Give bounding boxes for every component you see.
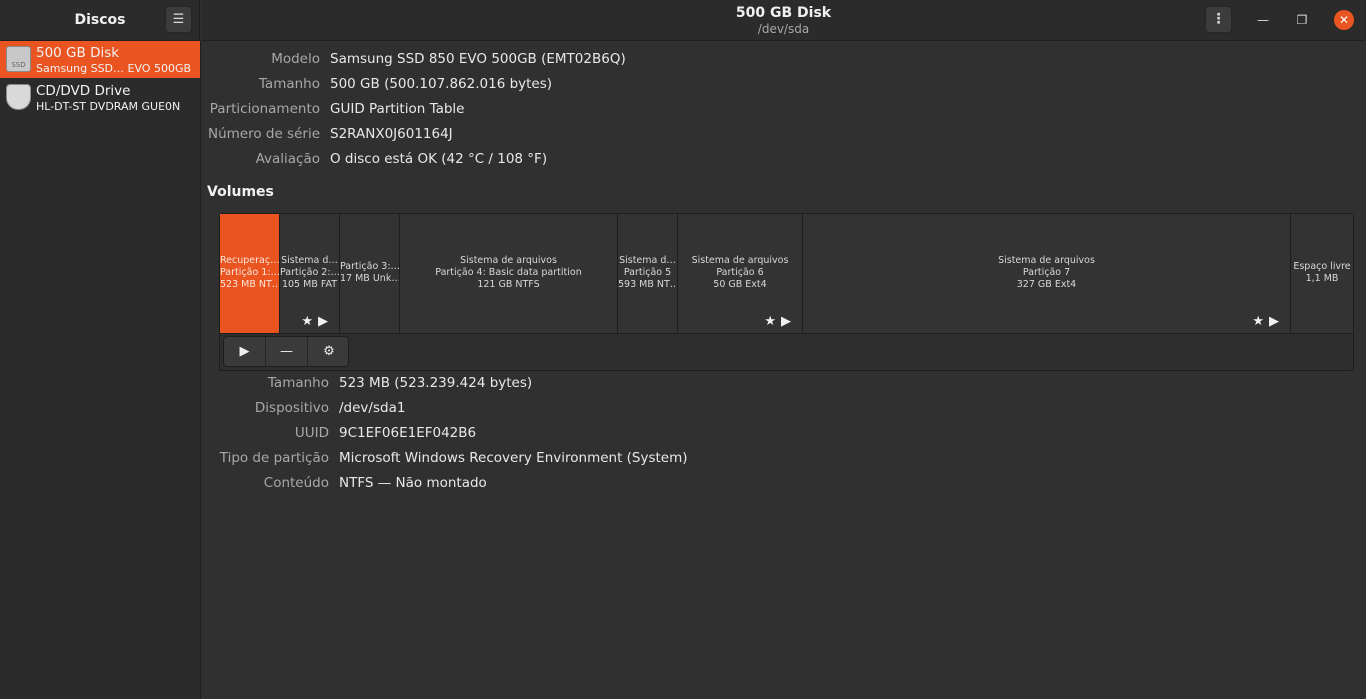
minus-icon[interactable]: — (266, 337, 308, 366)
segment-line: 1,1 MB (1305, 273, 1339, 284)
segment-line: 523 MB NT… (220, 279, 279, 290)
volume-map: Recuperaç… Partição 1:… 523 MB NT… Siste… (220, 214, 1353, 334)
disk-assessment-value: O disco está OK (42 °C / 108 °F) (330, 151, 548, 167)
maximize-icon[interactable]: ❐ (1293, 11, 1311, 29)
segment-line: Partição 5 (623, 267, 672, 278)
disk-list-sidebar: SSD 500 GB Disk Samsung SSD… EVO 500GB C… (0, 41, 201, 699)
minimize-icon[interactable]: — (1254, 11, 1272, 29)
volume-segment-free-space[interactable]: Espaço livre 1,1 MB (1291, 214, 1353, 333)
disk-item-name: CD/DVD Drive (36, 83, 131, 99)
disk-size-label: Tamanho (258, 76, 320, 92)
hamburger-icon[interactable]: ☰ (165, 6, 192, 33)
segment-line: 50 GB Ext4 (713, 279, 767, 290)
disk-model-value: Samsung SSD 850 EVO 500GB (EMT02B6Q) (330, 51, 626, 67)
segment-line: Partição 2:… (280, 267, 339, 278)
volume-segment-partition-5[interactable]: Sistema d… Partição 5 593 MB NT… (618, 214, 678, 333)
segment-line: Recuperaç… (220, 255, 279, 266)
close-icon[interactable]: ✕ (1334, 10, 1354, 30)
disk-serial-value: S2RANX0J601164J (330, 126, 453, 142)
partition-uuid-value: 9C1EF06E1EF042B6 (339, 425, 477, 441)
window-subtitle: /dev/sda (757, 22, 810, 36)
disks-app-window: Discos ☰ 500 GB Disk /dev/sda ⋮ — ❐ ✕ SS… (0, 0, 1366, 699)
segment-line: Sistema d… (619, 255, 676, 266)
segment-line: Sistema de arquivos (691, 255, 789, 266)
segment-line: Partição 6 (716, 267, 764, 278)
volume-segment-partition-6[interactable]: Sistema de arquivos Partição 6 50 GB Ext… (678, 214, 803, 333)
segment-line: 105 MB FAT (281, 279, 338, 290)
partition-device-label: Dispositivo (254, 400, 329, 416)
segment-line: Partição 4: Basic data partition (435, 267, 582, 278)
partition-content-value: NTFS — Não montado (339, 475, 487, 491)
volume-segment-partition-4[interactable]: Sistema de arquivos Partição 4: Basic da… (400, 214, 618, 333)
mounted-star-play-icon: ★▶ (301, 314, 333, 329)
disk-partitioning-label: Particionamento (209, 101, 320, 117)
volume-segment-partition-2[interactable]: Sistema d… Partição 2:… 105 MB FAT ★▶ (280, 214, 340, 333)
segment-line: Partição 7 (1022, 267, 1071, 278)
volumes-frame: Recuperaç… Partição 1:… 523 MB NT… Siste… (219, 213, 1354, 371)
disk-item-subtitle: Samsung SSD… EVO 500GB (36, 62, 192, 75)
gears-icon[interactable]: ⚙ (308, 337, 350, 366)
segment-line: Partição 1:… (220, 267, 279, 278)
segment-line: Sistema de arquivos (998, 255, 1095, 266)
mounted-star-play-icon: ★▶ (764, 314, 796, 329)
partition-type-value: Microsoft Windows Recovery Environment (… (339, 450, 688, 466)
segment-line: 17 MB Unk… (340, 273, 399, 284)
segment-line: 121 GB NTFS (477, 279, 540, 290)
partition-content-label: Conteúdo (263, 475, 329, 491)
volume-segment-partition-1[interactable]: Recuperaç… Partição 1:… 523 MB NT… (220, 214, 280, 333)
partition-device-value: /dev/sda1 (339, 400, 406, 416)
volume-toolbar: ▶ — ⚙ (223, 336, 349, 367)
segment-line: 593 MB NT… (618, 279, 677, 290)
sidebar-header: Discos ☰ (0, 0, 200, 41)
volume-segment-partition-3[interactable]: Partição 3:… 17 MB Unk… (340, 214, 400, 333)
volumes-heading: Volumes (207, 184, 274, 200)
partition-uuid-label: UUID (294, 425, 329, 441)
window-header: 500 GB Disk /dev/sda ⋮ — ❐ ✕ (201, 0, 1366, 41)
partition-size-value: 523 MB (523.239.424 bytes) (339, 375, 533, 391)
disk-size-value: 500 GB (500.107.862.016 bytes) (330, 76, 553, 92)
disk-serial-label: Número de série (207, 126, 320, 142)
mounted-star-play-icon: ★▶ (1252, 314, 1284, 329)
vertical-dots-icon[interactable]: ⋮ (1205, 6, 1232, 33)
disk-item-name: 500 GB Disk (36, 45, 120, 61)
disk-partitioning-value: GUID Partition Table (330, 101, 465, 117)
volume-segment-partition-7[interactable]: Sistema de arquivos Partição 7 327 GB Ex… (803, 214, 1291, 333)
segment-line: Sistema d… (281, 255, 338, 266)
optical-drive-icon (6, 84, 31, 110)
disk-assessment-label: Avaliação (255, 151, 320, 167)
partition-type-label: Tipo de partição (219, 450, 329, 466)
ssd-icon: SSD (6, 46, 31, 72)
segment-line: 327 GB Ext4 (1016, 279, 1077, 290)
segment-line: Sistema de arquivos (460, 255, 557, 266)
window-title: 500 GB Disk (735, 5, 832, 21)
disk-item-500gb[interactable]: SSD 500 GB Disk Samsung SSD… EVO 500GB (0, 41, 200, 78)
disk-item-subtitle: HL-DT-ST DVDRAM GUE0N (36, 100, 181, 113)
disk-model-label: Modelo (271, 51, 320, 67)
segment-line: Espaço livre (1293, 261, 1351, 272)
play-icon[interactable]: ▶ (224, 337, 266, 366)
ssd-icon-label: SSD (11, 61, 26, 69)
segment-line: Partição 3:… (340, 261, 399, 272)
partition-size-label: Tamanho (267, 375, 329, 391)
disk-item-cd-dvd[interactable]: CD/DVD Drive HL-DT-ST DVDRAM GUE0N (0, 79, 200, 116)
